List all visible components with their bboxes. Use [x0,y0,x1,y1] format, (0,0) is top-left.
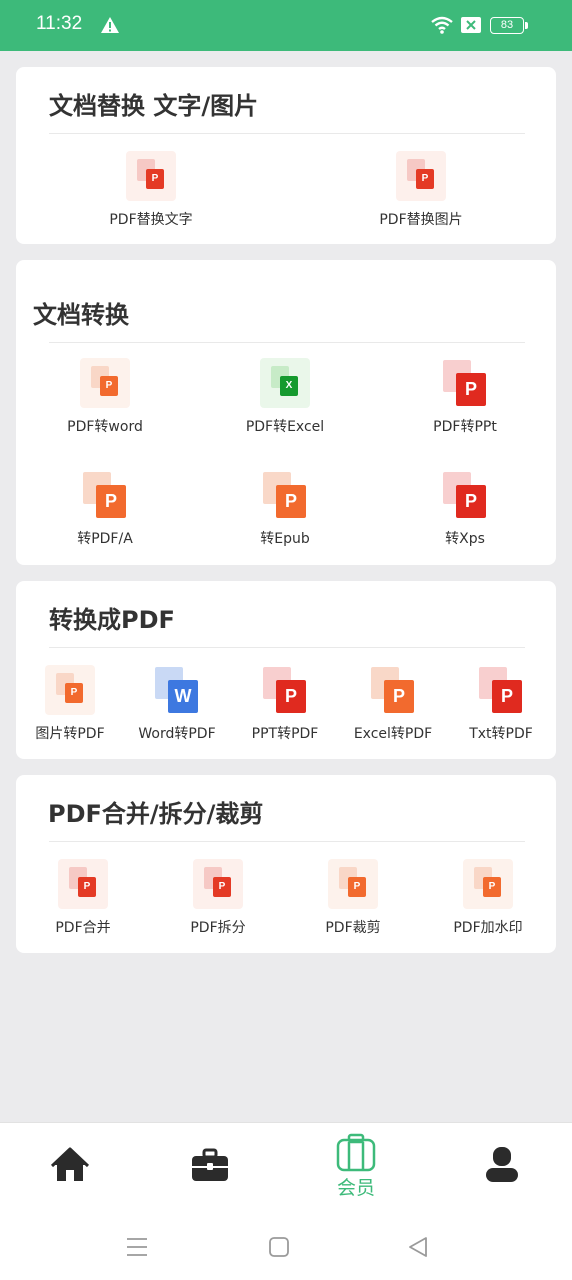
section-title: 转换成PDF [49,606,175,634]
wifi-icon [431,16,453,34]
item-label: 转Xps [445,531,485,547]
section-title: 文档转换 [33,301,129,329]
item-label: PDF转PPt [433,419,497,435]
divider [49,342,525,343]
menu-icon[interactable] [125,1235,149,1259]
item-label: PDF裁剪 [325,920,381,936]
warning-icon [101,17,119,33]
section-merge: PDF合并/拆分/裁剪 P PDF合并 P PDF拆分 P PDF裁剪 P PD… [16,775,556,953]
to-xps-button[interactable]: P 转Xps [400,470,530,548]
section-title: PDF合并/拆分/裁剪 [48,800,264,828]
pdf-replace-text-button[interactable]: P PDF替换文字 [86,151,216,229]
nav-member[interactable]: 会员 [316,1133,396,1200]
item-label: 转PDF/A [77,531,133,547]
divider [49,841,525,842]
profile-icon [486,1147,518,1182]
pdf-to-word-icon: P [80,358,130,408]
nav-home[interactable] [30,1145,110,1185]
section-replace: 文档替换 文字/图片 P PDF替换文字 P PDF替换图片 [16,67,556,244]
excel-to-pdf-icon: P [369,665,417,715]
pdf-split-button[interactable]: P PDF拆分 [153,859,283,937]
txt-to-pdf-button[interactable]: P Txt转PDF [436,665,566,743]
pdf-crop-icon: P [328,859,378,909]
pdf-to-ppt-icon: P [441,358,489,408]
item-label: PDF拆分 [190,920,246,936]
divider [49,647,525,648]
item-label: Txt转PDF [469,726,533,742]
pdf-crop-button[interactable]: P PDF裁剪 [288,859,418,937]
image-to-pdf-icon: P [45,665,95,715]
system-nav-bar [0,1219,572,1280]
item-label: 转Epub [260,531,310,547]
pdf-merge-icon: P [58,859,108,909]
item-label: PDF转word [67,419,143,435]
item-label: PDF替换文字 [109,212,193,228]
bottom-nav: 会员 [0,1122,572,1280]
pdf-to-excel-button[interactable]: X PDF转Excel [220,358,350,436]
item-label: PDF替换图片 [379,212,463,228]
pdf-to-word-button[interactable]: P PDF转word [40,358,170,436]
divider [49,133,525,134]
pdf-watermark-icon: P [463,859,513,909]
to-pdfa-icon: P [81,470,129,520]
pdf-to-ppt-button[interactable]: P PDF转PPt [400,358,530,436]
pdf-replace-image-button[interactable]: P PDF替换图片 [356,151,486,229]
pdf-merge-button[interactable]: P PDF合并 [18,859,148,937]
status-time: 11:32 [36,13,83,34]
pdf-replace-text-icon: P [126,151,176,201]
home-square-icon[interactable] [267,1235,291,1259]
txt-to-pdf-icon: P [477,665,525,715]
status-bar: 11:32 83 [0,0,572,51]
nav-member-label: 会员 [336,1177,375,1199]
ppt-to-pdf-icon: P [261,665,309,715]
sim-x-icon [461,17,481,33]
to-xps-icon: P [441,470,489,520]
member-bag-icon [336,1133,376,1172]
section-title: 文档替换 文字/图片 [49,92,259,120]
item-label: PDF加水印 [453,920,523,936]
pdf-split-icon: P [193,859,243,909]
pdf-to-excel-icon: X [260,358,310,408]
item-label: PDF转Excel [245,419,325,435]
back-triangle-icon[interactable] [406,1235,430,1259]
item-label: PDF合并 [55,920,111,936]
to-epub-button[interactable]: P 转Epub [220,470,350,548]
home-icon [50,1147,90,1181]
nav-profile[interactable] [462,1145,542,1185]
nav-tools[interactable] [170,1145,250,1185]
to-pdfa-button[interactable]: P 转PDF/A [40,470,170,548]
word-to-pdf-icon: W [153,665,201,715]
briefcase-icon [192,1148,228,1181]
section-to-pdf: 转换成PDF P 图片转PDF W Word转PDF P PPT转PDF P E… [16,581,556,759]
pdf-replace-image-icon: P [396,151,446,201]
pdf-watermark-button[interactable]: P PDF加水印 [423,859,553,937]
to-epub-icon: P [261,470,309,520]
battery-icon: 83 [490,17,528,34]
section-convert: 文档转换 P PDF转word X PDF转Excel P PDF转PPt P … [16,260,556,565]
